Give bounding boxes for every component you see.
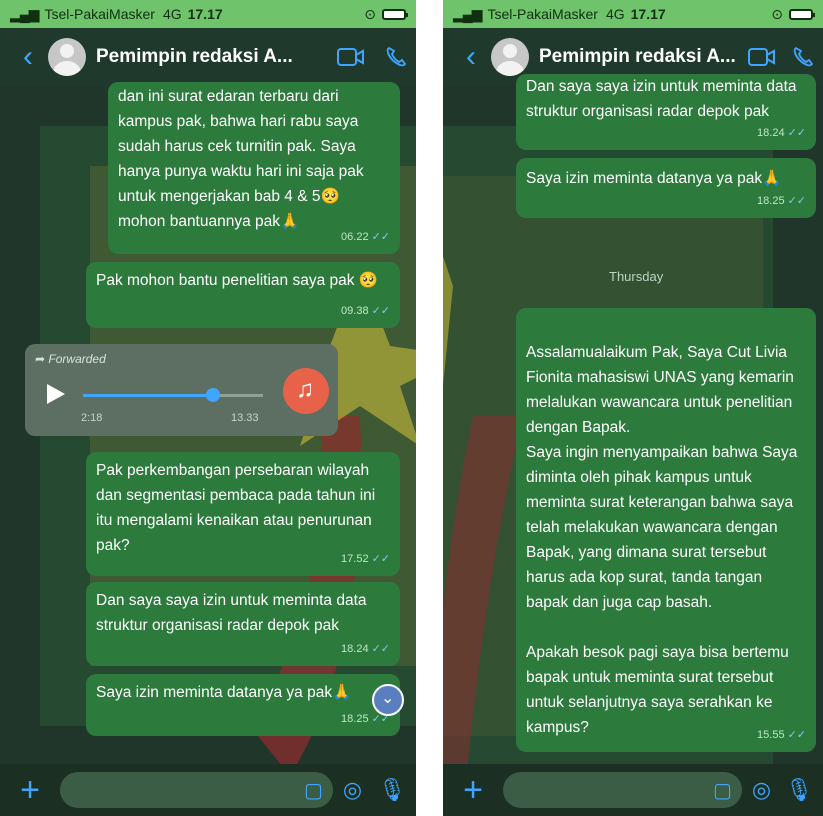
message-text: Dan saya saya izin untuk meminta data st…: [526, 78, 797, 120]
avatar[interactable]: [491, 38, 529, 76]
read-ticks-icon: ✓✓: [787, 195, 806, 207]
avatar[interactable]: [48, 38, 86, 76]
message-bubble[interactable]: Saya izin meminta datanya ya pak🙏 18.25 ✓…: [86, 674, 400, 736]
read-ticks-icon: ✓✓: [371, 305, 390, 317]
message-text: Pak perkembangan persebaran wilayah dan …: [96, 462, 376, 554]
date-divider: Thursday: [609, 269, 664, 284]
back-chevron-icon[interactable]: ‹: [451, 40, 491, 74]
status-bar: ▂▄▆ Tsel-PakaiMasker 4G 17.17 ⊙: [443, 0, 823, 28]
plus-icon[interactable]: +: [453, 771, 493, 810]
video-call-icon[interactable]: [336, 46, 366, 68]
voice-elapsed: 2:18: [81, 412, 103, 424]
phone-call-icon[interactable]: [384, 45, 408, 69]
message-bubble[interactable]: Dan saya saya izin untuk meminta data st…: [86, 582, 400, 666]
message-bubble[interactable]: Assalamualaikum Pak, Saya Cut Livia Fion…: [516, 308, 816, 752]
sticker-icon[interactable]: ▢: [713, 778, 732, 803]
voice-progress-fill: [83, 394, 213, 397]
message-time: 09.38 ✓✓: [341, 305, 390, 317]
back-chevron-icon[interactable]: ‹: [8, 40, 48, 74]
read-ticks-icon: ✓✓: [371, 643, 390, 655]
battery-icon: [382, 8, 408, 20]
message-bubble[interactable]: Dan saya saya izin untuk meminta data st…: [516, 74, 816, 150]
chat-header: ‹ Pemimpin redaksi A...: [0, 28, 416, 86]
network-label: 4G: [605, 6, 625, 22]
status-time: 17.17: [187, 6, 223, 22]
message-input[interactable]: ▢: [503, 772, 742, 808]
message-bubble[interactable]: Saya izin meminta datanya ya pak🙏 18.25 ✓…: [516, 158, 816, 218]
battery-icon: [789, 8, 815, 20]
orientation-lock-icon: ⊙: [364, 5, 376, 22]
status-bar: ▂▄▆ Tsel-PakaiMasker 4G 17.17 ⊙: [0, 0, 416, 28]
message-time: 18.25 ✓✓: [757, 195, 806, 207]
message-text: Dan saya saya izin untuk meminta data st…: [96, 592, 367, 634]
play-icon[interactable]: [45, 382, 67, 406]
message-time: 06.22 ✓✓: [341, 231, 390, 243]
message-text: Saya izin meminta datanya ya pak🙏: [96, 684, 352, 701]
message-text: Saya izin meminta datanya ya pak🙏: [526, 170, 782, 187]
orientation-lock-icon: ⊙: [771, 5, 783, 22]
forward-arrow-icon: ➦: [35, 352, 46, 366]
message-text: Assalamualaikum Pak, Saya Cut Livia Fion…: [526, 344, 798, 736]
message-text: Pak mohon bantu penelitian saya pak 🥺: [96, 272, 379, 289]
voice-progress-knob[interactable]: [205, 388, 220, 402]
signal-icon: ▂▄▆: [10, 5, 39, 22]
message-text: dan ini surat edaran terbaru dari kampus…: [118, 88, 364, 230]
microphone-icon[interactable]: 🎙: [378, 777, 406, 803]
contact-name[interactable]: Pemimpin redaksi A...: [539, 46, 736, 68]
scroll-down-icon[interactable]: ⌄: [372, 684, 404, 716]
message-input[interactable]: ▢: [60, 772, 333, 808]
video-call-icon[interactable]: [747, 46, 777, 68]
message-time: 18.24 ✓✓: [341, 643, 390, 655]
message-bubble[interactable]: dan ini surat edaran terbaru dari kampus…: [108, 82, 400, 254]
carrier-label: Tsel-PakaiMasker: [44, 6, 155, 22]
phone-screenshot-left: ▂▄▆ Tsel-PakaiMasker 4G 17.17 ⊙ ‹ Pemimp…: [0, 0, 416, 816]
phone-screenshot-right: ▂▄▆ Tsel-PakaiMasker 4G 17.17 ⊙ ‹ Pemimp…: [443, 0, 823, 816]
camera-icon[interactable]: ◎: [752, 777, 771, 803]
microphone-icon[interactable]: 🎙: [785, 777, 813, 803]
camera-icon[interactable]: ◎: [343, 777, 362, 803]
message-bubble[interactable]: Pak perkembangan persebaran wilayah dan …: [86, 452, 400, 576]
status-time: 17.17: [630, 6, 666, 22]
phone-call-icon[interactable]: [791, 45, 815, 69]
forwarded-label: ➦ Forwarded: [35, 352, 106, 366]
voice-message-bubble[interactable]: ➦ Forwarded 2:18 13.33 ♫: [25, 344, 338, 436]
read-ticks-icon: ✓✓: [787, 729, 806, 741]
carrier-label: Tsel-PakaiMasker: [487, 6, 598, 22]
music-note-icon: ♫: [283, 368, 329, 414]
read-ticks-icon: ✓✓: [371, 231, 390, 243]
plus-icon[interactable]: +: [10, 771, 50, 810]
contact-name[interactable]: Pemimpin redaksi A...: [96, 46, 293, 68]
message-bubble[interactable]: Pak mohon bantu penelitian saya pak 🥺 09…: [86, 262, 400, 328]
signal-icon: ▂▄▆: [453, 5, 482, 22]
read-ticks-icon: ✓✓: [371, 553, 390, 565]
voice-time: 13.33: [231, 412, 259, 424]
message-time: 17.52 ✓✓: [341, 553, 390, 565]
sticker-icon[interactable]: ▢: [304, 778, 323, 803]
network-label: 4G: [162, 6, 182, 22]
composer-bar: + ▢ ◎ 🎙: [443, 764, 823, 816]
message-time: 18.24 ✓✓: [757, 127, 806, 139]
message-time: 15.55 ✓✓: [757, 729, 806, 741]
composer-bar: + ▢ ◎ 🎙: [0, 764, 416, 816]
read-ticks-icon: ✓✓: [787, 127, 806, 139]
